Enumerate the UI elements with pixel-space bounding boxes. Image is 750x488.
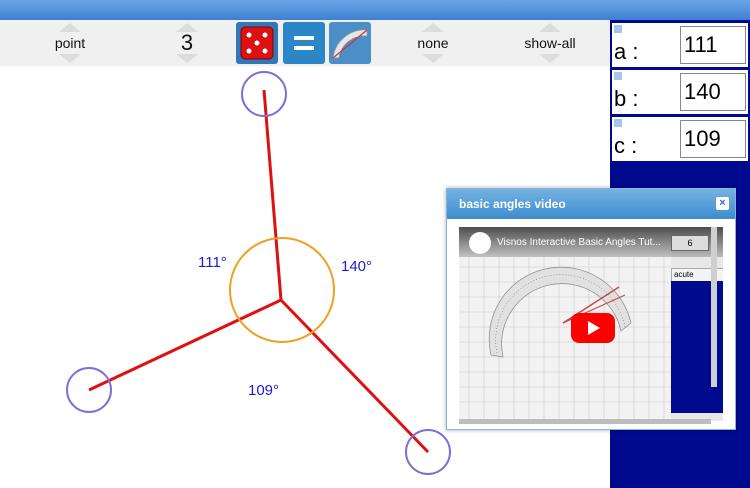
label-mode-spinner[interactable]: none	[388, 20, 478, 66]
angle-label-c: 109°	[248, 382, 280, 399]
spinner-down-icon[interactable]	[539, 54, 561, 63]
tag-icon	[614, 72, 622, 80]
ray-top	[262, 89, 283, 301]
protractor-button[interactable]	[329, 22, 371, 64]
spinner-up-icon[interactable]	[422, 23, 444, 32]
tag-icon	[614, 119, 622, 127]
ray-right	[279, 298, 430, 454]
close-icon[interactable]: ×	[716, 197, 729, 210]
play-icon[interactable]	[571, 313, 615, 343]
angle-circle	[229, 237, 335, 343]
value-name: b :	[614, 86, 639, 111]
video-title: Visnos Interactive Basic Angles Tut...	[497, 237, 661, 248]
angle-label-a: 111°	[198, 254, 227, 271]
value-c-field[interactable]: 109	[680, 120, 746, 158]
channel-logo-icon	[469, 232, 491, 254]
count-spinner[interactable]: 3	[142, 20, 232, 66]
protractor-icon	[332, 29, 368, 59]
ray-left	[88, 298, 282, 392]
value-a-field[interactable]: 111	[680, 26, 746, 64]
spinner-up-icon[interactable]	[59, 23, 81, 32]
value-box-b: b : 140	[612, 70, 748, 114]
value-name: a :	[614, 39, 639, 64]
video-scrollbar-vertical[interactable]	[711, 227, 717, 387]
equals-icon	[294, 36, 314, 50]
video-scrollbar-horizontal[interactable]	[459, 419, 711, 424]
embedded-value: 6	[671, 235, 709, 251]
video-popup: basic angles video × Visnos Interactive …	[446, 188, 736, 430]
tag-icon	[614, 25, 622, 33]
value-box-a: a : 111	[612, 23, 748, 67]
label-mode-label: none	[417, 35, 449, 51]
show-mode-label: show-all	[524, 35, 576, 51]
mode-spinner[interactable]: point	[25, 20, 115, 66]
value-b-field[interactable]: 140	[680, 73, 746, 111]
spinner-down-icon[interactable]	[176, 54, 198, 63]
value-name: c :	[614, 133, 638, 158]
video-player[interactable]: Visnos Interactive Basic Angles Tut... ⋮…	[459, 227, 723, 421]
dice-icon	[240, 26, 274, 60]
equal-button[interactable]	[283, 22, 325, 64]
random-button[interactable]	[236, 22, 278, 64]
spinner-down-icon[interactable]	[422, 54, 444, 63]
angle-label-b: 140°	[341, 258, 373, 275]
spinner-up-icon[interactable]	[539, 23, 561, 32]
count-label: 3	[180, 30, 194, 55]
window-title-bar	[0, 0, 750, 20]
video-popup-title: basic angles video	[459, 197, 566, 211]
value-box-c: c : 109	[612, 117, 748, 161]
mode-label: point	[54, 35, 86, 51]
show-mode-spinner[interactable]: show-all	[505, 20, 595, 66]
spinner-down-icon[interactable]	[59, 54, 81, 63]
video-popup-header[interactable]: basic angles video ×	[447, 189, 735, 219]
